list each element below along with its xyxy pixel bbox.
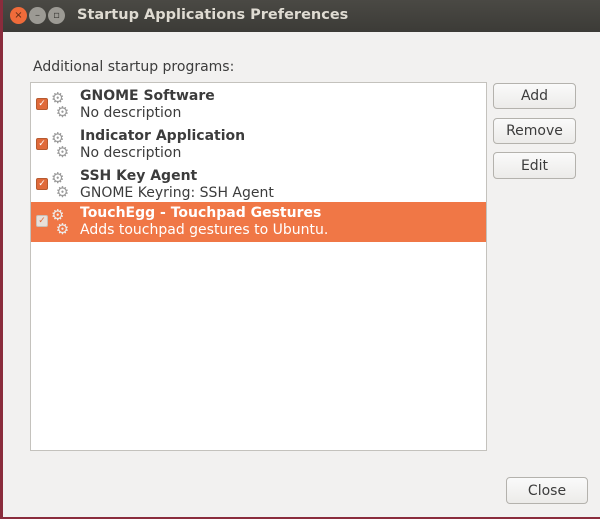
program-description: No description bbox=[80, 105, 182, 121]
program-name: GNOME Software bbox=[80, 88, 215, 104]
list-item[interactable]: ✓ ⚙ ⚙ GNOME Software No description bbox=[31, 85, 486, 125]
gears-icon: ⚙ ⚙ bbox=[51, 206, 70, 238]
program-name: SSH Key Agent bbox=[80, 168, 198, 184]
program-description: Adds touchpad gestures to Ubuntu. bbox=[80, 222, 329, 238]
add-button[interactable]: Add bbox=[493, 83, 576, 109]
program-description: No description bbox=[80, 145, 182, 161]
programs-label: Additional startup programs: bbox=[33, 59, 235, 75]
program-name: TouchEgg - Touchpad Gestures bbox=[80, 205, 322, 221]
title-bar: × – ▫ Startup Applications Preferences bbox=[3, 0, 600, 32]
enabled-checkbox[interactable]: ✓ bbox=[36, 138, 48, 150]
window-title: Startup Applications Preferences bbox=[77, 7, 349, 23]
gears-icon: ⚙ ⚙ bbox=[51, 129, 70, 161]
startup-programs-list[interactable]: ✓ ⚙ ⚙ GNOME Software No description ✓ ⚙ … bbox=[30, 82, 487, 451]
window-maximize-button[interactable]: ▫ bbox=[48, 7, 65, 24]
list-item-selected[interactable]: ✓ ⚙ ⚙ TouchEgg - Touchpad Gestures Adds … bbox=[31, 202, 486, 242]
gears-icon: ⚙ ⚙ bbox=[51, 169, 70, 201]
enabled-checkbox[interactable]: ✓ bbox=[36, 178, 48, 190]
remove-button[interactable]: Remove bbox=[493, 118, 576, 144]
enabled-checkbox[interactable]: ✓ bbox=[36, 215, 48, 227]
startup-applications-window: × – ▫ Startup Applications Preferences A… bbox=[3, 0, 600, 517]
close-button[interactable]: Close bbox=[506, 477, 588, 504]
list-item[interactable]: ✓ ⚙ ⚙ Indicator Application No descripti… bbox=[31, 125, 486, 165]
program-description: GNOME Keyring: SSH Agent bbox=[80, 185, 274, 201]
enabled-checkbox[interactable]: ✓ bbox=[36, 98, 48, 110]
window-minimize-button[interactable]: – bbox=[29, 7, 46, 24]
program-name: Indicator Application bbox=[80, 128, 246, 144]
list-item[interactable]: ✓ ⚙ ⚙ SSH Key Agent GNOME Keyring: SSH A… bbox=[31, 165, 486, 205]
window-close-button[interactable]: × bbox=[10, 7, 27, 24]
gears-icon: ⚙ ⚙ bbox=[51, 89, 70, 121]
edit-button[interactable]: Edit bbox=[493, 152, 576, 179]
